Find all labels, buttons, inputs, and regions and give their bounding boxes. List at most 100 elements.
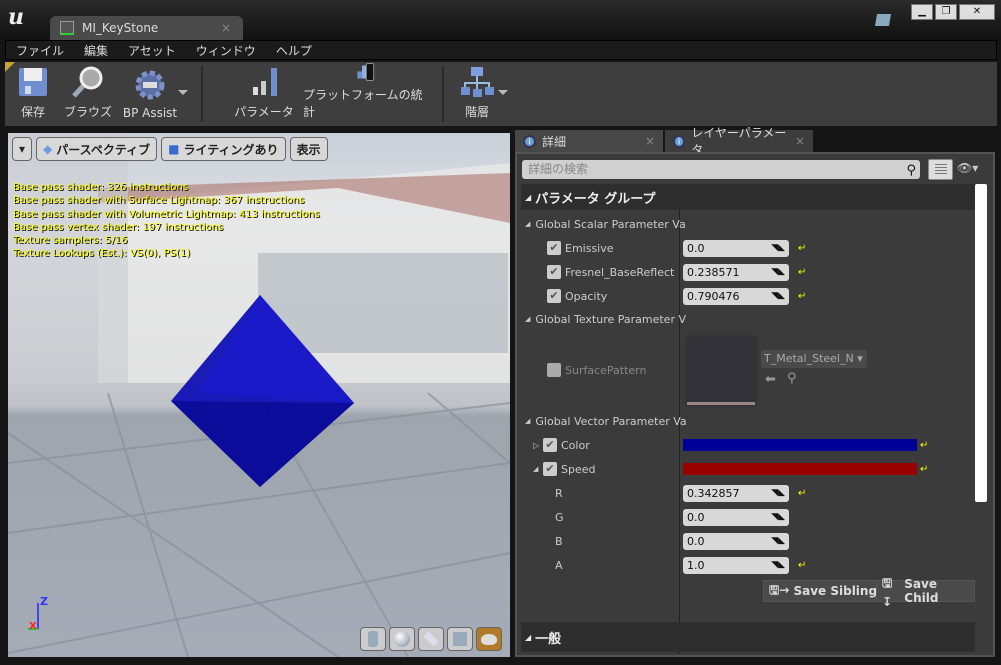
- a-input[interactable]: 1.0 ◥◣: [683, 556, 789, 574]
- reset-to-default-icon[interactable]: ↵: [798, 243, 806, 254]
- override-checkbox[interactable]: ✔: [547, 241, 561, 255]
- save-sibling-button[interactable]: 🖫→ Save Sibling: [763, 580, 884, 602]
- details-panel: 詳細の検索 ⚲ 👁▾ ◢ パラメータ グループ ◢ Global Scalar Par…: [515, 152, 995, 657]
- collapse-icon[interactable]: ◢: [533, 465, 543, 473]
- collapse-icon: ◢: [525, 220, 531, 228]
- fresnel-input[interactable]: 0.238571 ◥◣: [683, 263, 789, 281]
- spin-icon: ◥◣: [771, 266, 785, 277]
- override-checkbox[interactable]: [547, 363, 561, 377]
- close-tab-button[interactable]: ×: [645, 134, 655, 148]
- reset-to-default-icon[interactable]: ↵: [798, 488, 806, 499]
- maximize-button[interactable]: ❐: [935, 4, 957, 20]
- minimize-button[interactable]: ▁: [911, 4, 933, 20]
- browse-search-icon[interactable]: ⚲: [787, 371, 797, 386]
- override-checkbox[interactable]: ✔: [543, 438, 557, 452]
- override-checkbox[interactable]: ✔: [547, 265, 561, 279]
- toolbar: 保存 ブラウズ BP Assist パラメータ プラットフォームの統計 階層: [5, 62, 997, 126]
- preview-cylinder-button[interactable]: [360, 627, 386, 651]
- viewport-options-button[interactable]: ▾: [12, 137, 33, 161]
- reset-to-default-icon[interactable]: ↵: [798, 291, 806, 302]
- eye-icon: 👁▾: [957, 161, 979, 175]
- lighting-button[interactable]: ■ ライティングあり: [161, 137, 286, 161]
- preview-sphere-button[interactable]: [389, 627, 415, 651]
- magnifier-icon: [72, 66, 103, 98]
- hierarchy-icon: [461, 67, 494, 97]
- preview-plane-button[interactable]: [418, 627, 444, 651]
- b-input[interactable]: 0.0 ◥◣: [683, 532, 789, 550]
- reset-to-default-icon[interactable]: ↵: [920, 464, 928, 475]
- hierarchy-button[interactable]: 階層: [457, 62, 497, 126]
- param-row-speed: ◢ ✔ Speed ↵: [533, 462, 929, 476]
- show-button[interactable]: 表示: [289, 137, 328, 161]
- menu-asset[interactable]: アセット: [118, 42, 186, 59]
- close-window-button[interactable]: ✕: [959, 4, 995, 20]
- help-icon[interactable]: [874, 14, 892, 26]
- document-tab[interactable]: MI_KeyStone ×: [50, 16, 243, 40]
- bp-assist-dropdown-icon[interactable]: [178, 90, 188, 95]
- emissive-input[interactable]: 0.0 ◥◣: [683, 239, 789, 257]
- perspective-icon: ◆: [43, 142, 53, 156]
- spin-icon: ◥◣: [771, 511, 785, 522]
- reset-to-default-icon[interactable]: ↵: [798, 267, 806, 278]
- group-vector[interactable]: ◢ Global Vector Parameter Va: [521, 409, 975, 433]
- plane-icon: [423, 631, 439, 647]
- tab-details[interactable]: i 詳細 ×: [515, 130, 663, 152]
- use-selected-arrow-icon[interactable]: ⬅: [765, 372, 776, 387]
- texture-thumbnail[interactable]: [687, 337, 755, 405]
- collapse-icon: ◢: [525, 632, 532, 642]
- spin-icon: ◥◣: [771, 559, 785, 570]
- viewport[interactable]: ▾ ◆ パースペクティブ ■ ライティングあり 表示 Base pass shade…: [8, 133, 510, 657]
- menu-window[interactable]: ウィンドウ: [186, 42, 266, 59]
- category-parameter-group[interactable]: ◢ パラメータ グループ: [521, 184, 975, 210]
- preview-cube-button[interactable]: [447, 627, 473, 651]
- speed-color-swatch[interactable]: [683, 463, 917, 475]
- menu-file[interactable]: ファイル: [6, 42, 74, 59]
- spin-icon: ◥◣: [771, 535, 785, 546]
- scrollbar[interactable]: [975, 184, 987, 502]
- parameters-button[interactable]: パラメータ: [233, 62, 295, 126]
- reset-to-default-icon[interactable]: ↵: [798, 560, 806, 571]
- hierarchy-dropdown-icon[interactable]: [498, 90, 508, 95]
- document-tab-label: MI_KeyStone: [82, 21, 159, 35]
- reset-to-default-icon[interactable]: ↵: [920, 440, 928, 451]
- close-tab-button[interactable]: ×: [221, 21, 231, 35]
- collapse-icon: ◢: [525, 192, 532, 202]
- group-texture[interactable]: ◢ Global Texture Parameter V: [521, 307, 975, 331]
- opacity-input[interactable]: 0.790476 ◥◣: [683, 287, 789, 305]
- preview-teapot-button[interactable]: [476, 627, 502, 651]
- view-options-button[interactable]: 👁▾: [957, 161, 978, 175]
- search-icon[interactable]: ⚲: [906, 161, 916, 180]
- cube-icon: [453, 632, 467, 646]
- color-swatch[interactable]: [683, 439, 917, 451]
- param-row-color: ▷ ✔ Color ↵: [533, 438, 929, 452]
- r-input[interactable]: 0.342857 ◥◣: [683, 484, 789, 502]
- property-matrix-button[interactable]: [928, 159, 953, 180]
- tab-layer-parameters[interactable]: i レイヤーパラメータ ×: [665, 126, 813, 157]
- platform-stats-icon: [357, 63, 375, 81]
- save-child-button[interactable]: 🖫↧ Save Child: [876, 576, 975, 609]
- save-button[interactable]: 保存: [13, 62, 53, 126]
- expand-icon[interactable]: ▷: [533, 441, 543, 450]
- category-general[interactable]: ◢ 一般: [521, 622, 975, 652]
- close-tab-button[interactable]: ×: [795, 134, 805, 148]
- spin-icon: ◥◣: [771, 290, 785, 301]
- component-row-b: B 0.0 ◥◣: [521, 529, 975, 553]
- override-checkbox[interactable]: ✔: [547, 289, 561, 303]
- browse-button[interactable]: ブラウズ: [63, 62, 113, 126]
- bp-assist-button[interactable]: BP Assist: [120, 62, 180, 126]
- platform-stats-button[interactable]: プラットフォームの統計: [303, 62, 427, 126]
- menu-help[interactable]: ヘルプ: [266, 42, 322, 59]
- menu-edit[interactable]: 編集: [74, 42, 118, 59]
- group-scalar[interactable]: ◢ Global Scalar Parameter Val: [521, 212, 975, 236]
- g-input[interactable]: 0.0 ◥◣: [683, 508, 789, 526]
- collapse-icon: ◢: [525, 315, 531, 323]
- component-row-g: G 0.0 ◥◣: [521, 505, 975, 529]
- component-row-r: R 0.342857 ◥◣ ↵: [555, 484, 807, 502]
- param-row-opacity: ✔ Opacity 0.790476 ◥◣ ↵: [521, 284, 975, 308]
- details-search-input[interactable]: 詳細の検索 ⚲: [522, 160, 920, 179]
- override-checkbox[interactable]: ✔: [543, 462, 557, 476]
- chevron-down-icon: ▾: [19, 142, 26, 156]
- chevron-down-icon: ▾: [857, 352, 863, 365]
- perspective-button[interactable]: ◆ パースペクティブ: [36, 137, 158, 161]
- texture-asset-picker[interactable]: T_Metal_Steel_N ▾: [761, 350, 867, 368]
